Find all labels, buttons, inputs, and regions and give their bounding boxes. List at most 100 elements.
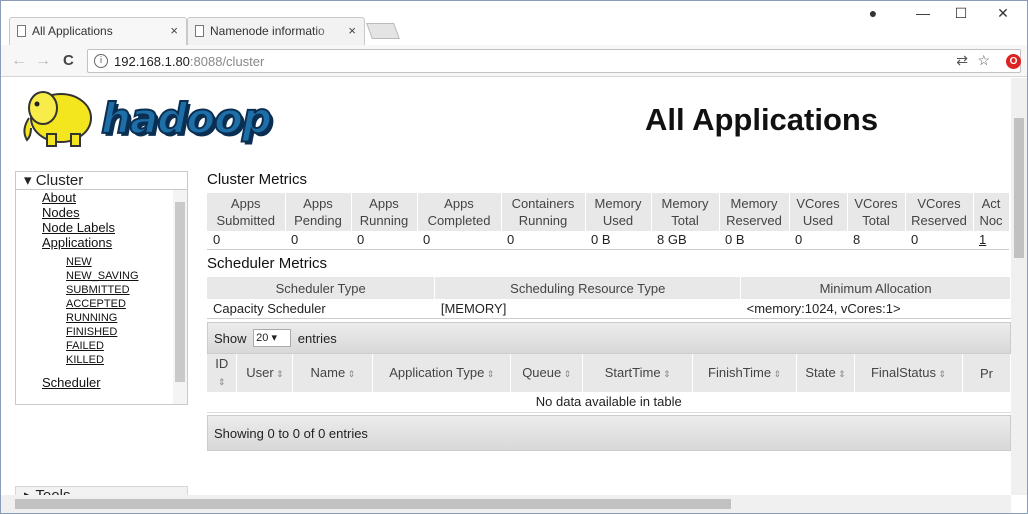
column-header-queue[interactable]: Queue ⇕ (510, 354, 584, 392)
table-row: 000000 B8 GB 0 B0801 (207, 231, 1009, 250)
account-icon[interactable]: ● (863, 5, 883, 21)
entries-label: entries (297, 331, 337, 346)
table-cell: 0 B (585, 231, 651, 250)
tab-close-icon[interactable]: × (348, 23, 356, 38)
tab-all-applications[interactable]: All Applications × (9, 17, 187, 45)
table-cell: [MEMORY] (434, 299, 741, 319)
star-icon[interactable]: ☆ (977, 52, 990, 69)
column-header-starttime[interactable]: StartTime ⇕ (582, 354, 694, 392)
url-text[interactable]: 192.168.1.80:8088/cluster (114, 54, 264, 69)
tab-namenode-information[interactable]: Namenode informatio × (187, 17, 365, 45)
browser-window: All Applications × Namenode informatio ×… (0, 0, 1028, 514)
column-header-name[interactable]: Name ⇕ (292, 354, 374, 392)
column-header: Memory Used (585, 193, 652, 231)
column-header: Act Noc (973, 193, 1010, 231)
scheduler-metrics-heading: Scheduler Metrics (207, 255, 328, 272)
address-bar[interactable]: i 192.168.1.80:8088/cluster ⇄ ☆ O (87, 49, 1021, 73)
table-cell: <memory:1024, vCores:1> (740, 299, 1011, 319)
scheduler-metrics-table: Scheduler Type Scheduling Resource Type … (207, 277, 1011, 319)
column-header: VCores Total (847, 193, 906, 231)
page-icon (17, 25, 26, 37)
translate-icon[interactable]: ⇄ (956, 52, 968, 69)
table-row: No data available in table (207, 392, 1011, 413)
sidebar-link-about[interactable]: About (42, 190, 76, 205)
page-horizontal-scrollbar[interactable] (1, 495, 1011, 513)
active-nodes-link[interactable]: 1 (973, 231, 1009, 250)
table-cell: 0 (789, 231, 847, 250)
column-header: VCores Reserved (905, 193, 974, 231)
sort-icon[interactable]: ⇕ (561, 369, 572, 379)
sidebar-link-nodes[interactable]: Nodes (42, 205, 80, 220)
sidebar-state-new[interactable]: NEW (66, 256, 92, 268)
column-header-state[interactable]: State ⇕ (796, 354, 856, 392)
column-header: Containers Running (501, 193, 586, 231)
forward-button[interactable]: → (35, 52, 51, 70)
page-vertical-scrollbar[interactable] (1011, 78, 1027, 495)
minimize-button[interactable]: — (913, 5, 933, 21)
tab-title: All Applications (32, 24, 113, 38)
tab-strip: All Applications × Namenode informatio ×… (1, 1, 1027, 45)
sort-icon[interactable]: ⇕ (836, 369, 846, 379)
sort-icon[interactable]: ⇕ (484, 369, 495, 379)
column-header-id[interactable]: ID ⇕ (207, 354, 238, 392)
browser-toolbar: ← → C i 192.168.1.80:8088/cluster ⇄ ☆ O (1, 45, 1027, 77)
sort-icon[interactable]: ⇕ (345, 369, 356, 379)
reload-button[interactable]: C (63, 52, 74, 69)
column-header-finishtime[interactable]: FinishTime ⇕ (692, 354, 798, 392)
column-header-application-type[interactable]: Application Type ⇕ (372, 354, 512, 392)
sidebar-state-new-saving[interactable]: NEW_SAVING (66, 270, 139, 282)
close-window-button[interactable]: ✕ (993, 5, 1013, 22)
table-cell: 0 (417, 231, 501, 250)
column-header: Apps Pending (285, 193, 352, 231)
column-header: Minimum Allocation (740, 277, 1011, 299)
column-header: Scheduling Resource Type (434, 277, 742, 299)
sidebar-state-submitted[interactable]: SUBMITTED (66, 284, 130, 296)
sidebar-link-applications[interactable]: Applications (42, 235, 112, 250)
sidebar-state-failed[interactable]: FAILED (66, 340, 104, 352)
column-header-finalstatus[interactable]: FinalStatus ⇕ (854, 354, 963, 392)
new-tab-button[interactable] (366, 23, 400, 39)
column-header: Scheduler Type (207, 277, 436, 299)
page-title: All Applications (645, 102, 879, 137)
back-button[interactable]: ← (11, 52, 27, 70)
sort-icon[interactable]: ⇕ (218, 377, 226, 387)
hadoop-logo[interactable]: hadoop (17, 82, 292, 154)
table-length-control: Show 20 ▾ entries (207, 322, 1011, 354)
column-header: Memory Total (651, 193, 720, 231)
column-header-pr[interactable]: Pr (962, 354, 1011, 392)
sidebar-state-running[interactable]: RUNNING (66, 312, 117, 324)
column-header: Memory Reserved (719, 193, 790, 231)
elephant-icon (23, 91, 92, 147)
page-content: hadoop All Applications ▾ Cluster About … (1, 78, 1011, 495)
table-cell: 0 (501, 231, 585, 250)
cluster-section-toggle[interactable]: ▾ Cluster (15, 171, 188, 190)
sidebar-scrollbar[interactable] (173, 190, 187, 404)
empty-table-message: No data available in table (207, 392, 1011, 413)
table-cell: 8 GB (651, 231, 719, 250)
cluster-menu: About Nodes Node Labels Applications NEW… (15, 190, 188, 405)
sort-icon[interactable]: ⇕ (771, 369, 782, 379)
opera-icon[interactable]: O (1006, 54, 1021, 69)
applications-table: ID ⇕ User ⇕ Name ⇕ Application Type ⇕ Queue … (207, 354, 1011, 413)
applications-table-wrapper: Show 20 ▾ entries ID ⇕ User ⇕ Name ⇕ Applic… (207, 322, 1011, 451)
sidebar-state-killed[interactable]: KILLED (66, 354, 104, 366)
sort-icon[interactable]: ⇕ (661, 369, 671, 379)
table-cell: 0 (351, 231, 417, 250)
table-cell: 0 (207, 231, 285, 250)
tab-close-icon[interactable]: × (170, 23, 178, 38)
sidebar-link-node-labels[interactable]: Node Labels (42, 220, 115, 235)
sidebar-state-accepted[interactable]: ACCEPTED (66, 298, 126, 310)
tools-section-toggle[interactable]: ▸ Tools (15, 486, 188, 495)
sort-icon[interactable]: ⇕ (274, 369, 284, 379)
table-cell: 0 B (719, 231, 789, 250)
column-header: Apps Running (351, 193, 418, 231)
sort-icon[interactable]: ⇕ (936, 369, 947, 379)
sidebar: ▾ Cluster About Nodes Node Labels Applic… (15, 171, 188, 495)
maximize-button[interactable]: ☐ (951, 5, 971, 22)
page-size-select[interactable]: 20 ▾ (253, 329, 292, 348)
info-icon[interactable]: i (94, 54, 108, 68)
column-header-user[interactable]: User ⇕ (236, 354, 294, 392)
sidebar-link-scheduler[interactable]: Scheduler (42, 375, 101, 390)
sidebar-state-finished[interactable]: FINISHED (66, 326, 117, 338)
show-label: Show (214, 331, 247, 346)
